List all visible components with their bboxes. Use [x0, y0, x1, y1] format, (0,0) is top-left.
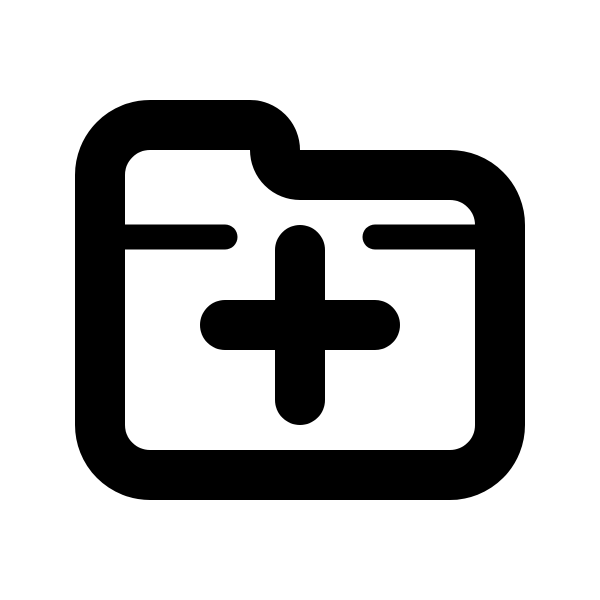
icon-canvas — [0, 0, 600, 600]
folder-add-icon-svg — [75, 100, 525, 500]
folder-add-icon — [0, 0, 600, 600]
